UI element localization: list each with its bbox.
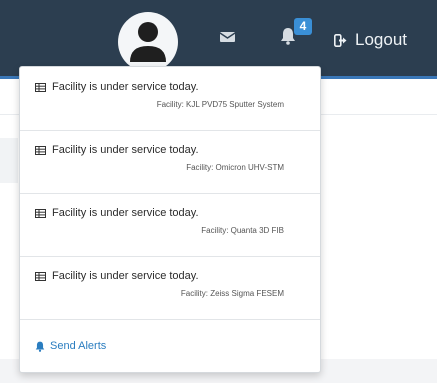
page-sidebar-fragment <box>0 138 18 183</box>
notification-title: Facility is under service today. <box>52 270 199 282</box>
send-alerts-label: Send Alerts <box>50 340 107 352</box>
notification-facility: Facility: Omicron UHV-STM <box>186 163 284 172</box>
notification-facility: Facility: Zeiss Sigma FESEM <box>180 289 284 298</box>
notification-item[interactable]: Facility is under service today. Facilit… <box>20 256 320 320</box>
logout-link[interactable]: Logout <box>334 30 407 50</box>
notification-item[interactable]: Facility is under service today. Facilit… <box>20 67 320 131</box>
notification-title: Facility is under service today. <box>52 81 199 93</box>
notification-item[interactable]: Facility is under service today. Facilit… <box>20 130 320 194</box>
user-silhouette-icon <box>130 22 166 62</box>
mail-icon[interactable] <box>219 30 236 48</box>
table-icon <box>35 146 46 155</box>
table-icon <box>35 272 46 281</box>
notification-title: Facility is under service today. <box>52 207 199 219</box>
notification-item[interactable]: Facility is under service today. Facilit… <box>20 193 320 257</box>
notification-title: Facility is under service today. <box>52 144 199 156</box>
table-icon <box>35 83 46 92</box>
logout-label: Logout <box>355 30 407 49</box>
notifications-dropdown: Facility is under service today. Facilit… <box>19 66 321 373</box>
notification-facility: Facility: Quanta 3D FIB <box>201 226 284 235</box>
table-icon <box>35 209 46 218</box>
bell-icon <box>35 341 45 352</box>
sign-out-icon <box>334 33 347 47</box>
user-avatar[interactable] <box>118 12 178 72</box>
notification-count-badge: 4 <box>294 18 312 35</box>
notification-facility: Facility: KJL PVD75 Sputter System <box>156 100 284 109</box>
send-alerts-link[interactable]: Send Alerts <box>35 340 106 352</box>
